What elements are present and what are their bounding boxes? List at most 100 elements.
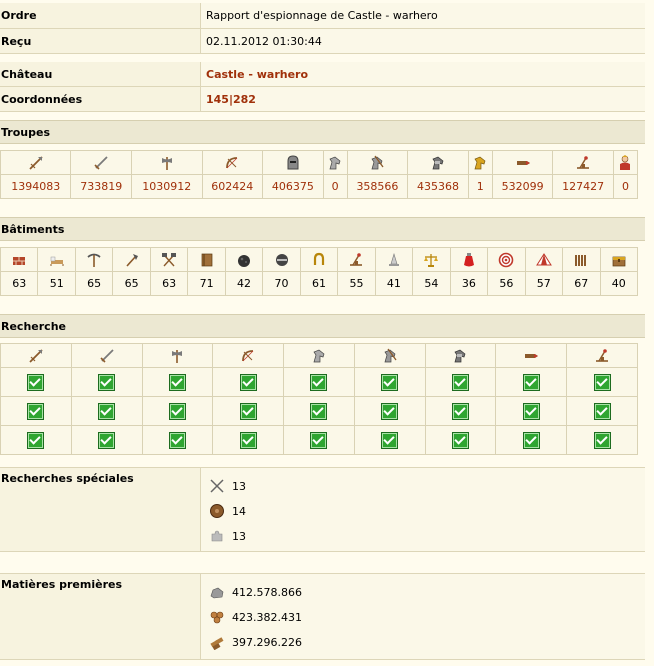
building-level: 51	[37, 271, 76, 296]
troop-count: 358566	[346, 174, 409, 199]
research-cell	[283, 367, 355, 397]
building-level: 67	[562, 271, 601, 296]
checkmark-icon	[168, 402, 186, 420]
crossed-swords-icon	[209, 478, 225, 494]
building-icon-cell	[262, 247, 301, 272]
checkmark-icon	[98, 402, 116, 420]
research-icon-cell	[353, 343, 426, 368]
troops-title: Troupes	[0, 120, 645, 144]
troop-count: 0	[612, 174, 639, 199]
special-research-box: Recherches spéciales 13 14 13	[0, 467, 645, 552]
research-cell	[70, 367, 143, 397]
stone-icon	[209, 584, 225, 600]
troop-count: 1394083	[0, 174, 72, 199]
troop-count: 1030912	[131, 174, 203, 199]
research-cell	[566, 396, 638, 426]
list-item: 412.578.866	[209, 584, 302, 600]
troop-count: 0	[322, 174, 348, 199]
tower-icon	[386, 252, 402, 266]
palisade-icon	[573, 253, 589, 266]
building-level: 71	[187, 271, 226, 296]
checkmark-icon	[522, 431, 540, 449]
checkmark-icon	[27, 373, 45, 391]
research-cell	[566, 367, 638, 397]
research-cell	[566, 425, 638, 455]
troop-icon-cell	[612, 150, 639, 175]
axe-icon	[169, 349, 185, 363]
troop-icon-cell	[262, 150, 324, 175]
building-icon-cell	[187, 247, 226, 272]
shield-icon	[209, 503, 225, 519]
pickaxe-icon	[86, 253, 102, 267]
golden-horse-icon	[472, 156, 488, 169]
building-icon-cell	[487, 247, 526, 272]
spear-icon	[28, 348, 44, 363]
research-title: Recherche	[0, 314, 645, 338]
building-level: 65	[112, 271, 151, 296]
list-item: 14	[209, 503, 246, 519]
research-cell	[495, 396, 568, 426]
castle-link[interactable]: Castle - warhero	[200, 62, 645, 86]
research-icon-cell	[212, 343, 285, 368]
coords-row: Coordonnées 145|282	[0, 87, 645, 112]
nobleman-icon	[617, 154, 633, 170]
list-item-value: 14	[232, 504, 246, 518]
coords-link[interactable]: 145|282	[200, 87, 645, 111]
troop-count: 602424	[201, 174, 264, 199]
woodaxe-icon	[124, 253, 140, 267]
helmet-icon	[285, 154, 301, 169]
checkmark-icon	[98, 431, 116, 449]
troop-icon-cell	[407, 150, 469, 175]
troop-icon-cell	[552, 150, 614, 175]
building-icon-cell	[112, 247, 151, 272]
troop-icon-cell	[201, 150, 264, 175]
iron-icon	[209, 634, 225, 650]
troop-icon-cell	[0, 150, 72, 175]
checkmark-icon	[381, 373, 399, 391]
research-icon-cell	[0, 343, 72, 368]
ram-icon	[515, 156, 531, 169]
list-item: 423.382.431	[209, 609, 302, 625]
troop-count: 1	[467, 174, 493, 199]
list-item-value: 412.578.866	[232, 585, 302, 599]
checkmark-icon	[451, 373, 469, 391]
castle-row: Château Castle - warhero	[0, 62, 645, 87]
resources-list: 412.578.866 423.382.431 397.296.226	[200, 574, 645, 659]
puzzle-icon	[209, 528, 225, 544]
castle-label: Château	[1, 67, 53, 81]
sword-icon	[93, 155, 109, 170]
checkmark-icon	[593, 402, 611, 420]
special-research-title: Recherches spéciales	[1, 472, 134, 485]
research-icon-cell	[283, 343, 355, 368]
resources-box: Matières premières 412.578.866 423.382.43…	[0, 573, 645, 660]
research-cell	[0, 425, 72, 455]
checkmark-icon	[310, 431, 328, 449]
research-cell	[424, 396, 497, 426]
armored-horse-icon	[430, 156, 446, 169]
checkmark-icon	[239, 373, 257, 391]
building-icon-cell	[412, 247, 451, 272]
building-level: 54	[412, 271, 451, 296]
building-icon-cell	[74, 247, 114, 272]
horse-icon	[327, 156, 343, 169]
building-icon-cell	[0, 247, 39, 272]
building-level: 70	[262, 271, 301, 296]
research-cell	[0, 396, 72, 426]
research-icon-cell	[424, 343, 497, 368]
research-cell	[70, 425, 143, 455]
checkmark-icon	[168, 373, 186, 391]
research-cell	[353, 396, 426, 426]
list-item-value: 13	[232, 479, 246, 493]
troop-count: 435368	[407, 174, 469, 199]
checkmark-icon	[593, 431, 611, 449]
checkmark-icon	[451, 431, 469, 449]
research-cell	[495, 425, 568, 455]
troops-table: 1394083 733819 1030912 602424 406375 0 358566 4…	[0, 150, 639, 199]
building-icon-cell	[524, 247, 564, 272]
research-cell	[353, 425, 426, 455]
potion-icon	[461, 252, 477, 266]
building-level: 57	[524, 271, 564, 296]
research-icon-cell	[495, 343, 568, 368]
list-item: 13	[209, 528, 246, 544]
checkmark-icon	[593, 373, 611, 391]
